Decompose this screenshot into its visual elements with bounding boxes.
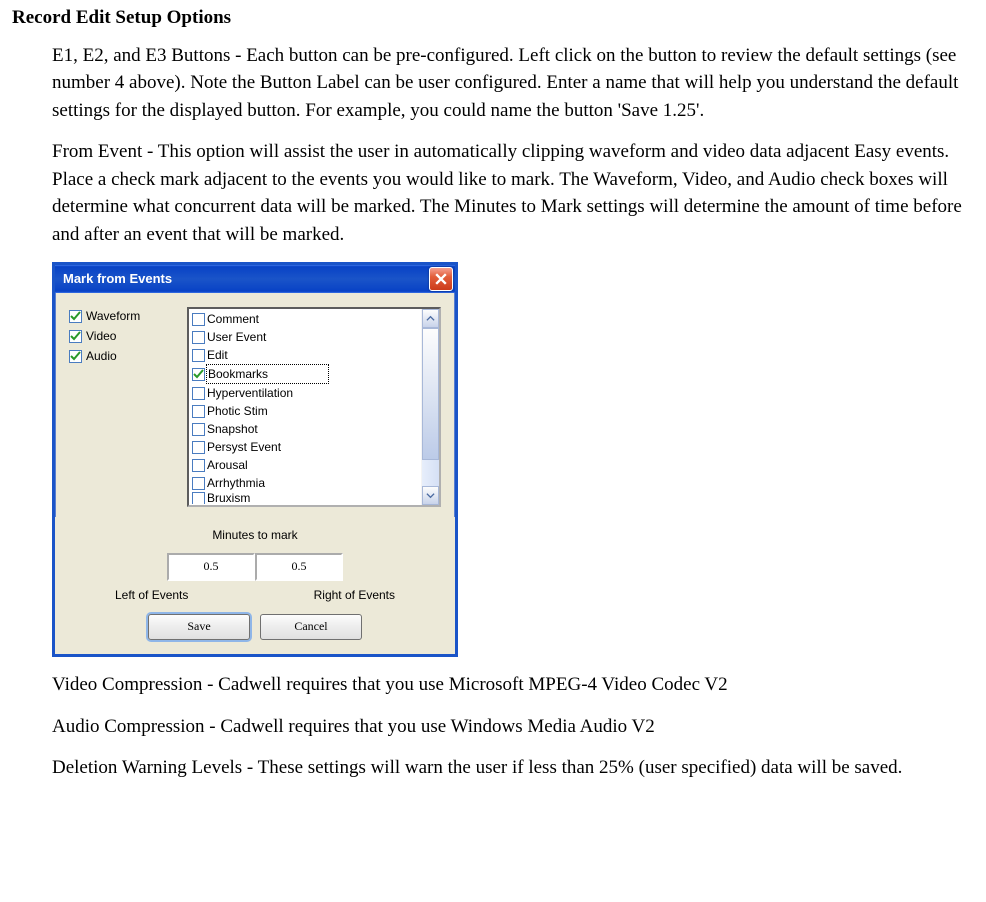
scroll-up-icon[interactable] — [422, 309, 439, 328]
events-listbox[interactable]: CommentUser EventEditBookmarksHyperventi… — [187, 307, 441, 507]
event-item-label: Arrhythmia — [207, 474, 265, 492]
event-item-snapshot[interactable]: Snapshot — [190, 420, 438, 438]
dialog-title: Mark from Events — [63, 270, 429, 289]
section-heading: Record Edit Setup Options — [12, 4, 974, 32]
event-item-arousal[interactable]: Arousal — [190, 456, 438, 474]
event-item-comment[interactable]: Comment — [190, 310, 438, 328]
event-item-label: Hyperventilation — [207, 384, 293, 402]
checkbox-icon[interactable] — [192, 477, 205, 490]
scroll-thumb[interactable] — [422, 328, 439, 460]
event-item-label: Persyst Event — [207, 438, 281, 456]
event-item-label: Arousal — [207, 456, 248, 474]
event-item-label: Bookmarks — [206, 364, 329, 384]
checkbox-icon[interactable] — [192, 313, 205, 326]
dialog-titlebar[interactable]: Mark from Events — [55, 265, 455, 293]
right-of-events-label: Right of Events — [314, 587, 395, 604]
scroll-down-icon[interactable] — [422, 486, 439, 505]
event-item-photic-stim[interactable]: Photic Stim — [190, 402, 438, 420]
checkbox-icon[interactable] — [192, 459, 205, 472]
event-item-label: Photic Stim — [207, 402, 268, 420]
event-item-bruxism[interactable]: Bruxism — [190, 492, 438, 504]
listbox-scrollbar[interactable] — [421, 309, 439, 505]
event-item-edit[interactable]: Edit — [190, 346, 438, 364]
paragraph-buttons: E1, E2, and E3 Buttons - Each button can… — [52, 42, 974, 125]
data-type-checkboxes: Waveform Video Audio — [69, 307, 169, 507]
paragraph-video-compression: Video Compression - Cadwell requires tha… — [52, 671, 974, 699]
checkbox-icon[interactable] — [192, 349, 205, 362]
checkbox-icon[interactable] — [192, 441, 205, 454]
paragraph-audio-compression: Audio Compression - Cadwell requires tha… — [52, 713, 974, 741]
checkbox-icon[interactable] — [69, 350, 82, 363]
checkbox-icon[interactable] — [192, 331, 205, 344]
minutes-to-mark-label: Minutes to mark — [69, 527, 441, 544]
minutes-left-input[interactable] — [167, 553, 255, 581]
event-item-user-event[interactable]: User Event — [190, 328, 438, 346]
paragraph-deletion-warning: Deletion Warning Levels - These settings… — [52, 754, 974, 782]
checkbox-waveform[interactable]: Waveform — [69, 307, 169, 325]
checkbox-icon[interactable] — [69, 310, 82, 323]
checkbox-icon[interactable] — [69, 330, 82, 343]
checkbox-icon[interactable] — [192, 368, 205, 381]
left-of-events-label: Left of Events — [115, 587, 188, 604]
checkbox-video[interactable]: Video — [69, 327, 169, 345]
checkbox-icon[interactable] — [192, 492, 205, 504]
checkbox-audio[interactable]: Audio — [69, 347, 169, 365]
cancel-button[interactable]: Cancel — [260, 614, 362, 640]
checkbox-icon[interactable] — [192, 405, 205, 418]
event-item-persyst-event[interactable]: Persyst Event — [190, 438, 438, 456]
event-item-bookmarks[interactable]: Bookmarks — [190, 364, 438, 384]
event-item-arrhythmia[interactable]: Arrhythmia — [190, 474, 438, 492]
event-item-label: Edit — [207, 346, 228, 364]
checkbox-icon[interactable] — [192, 423, 205, 436]
checkbox-label: Audio — [86, 347, 117, 365]
save-button[interactable]: Save — [148, 614, 250, 640]
paragraph-from-event: From Event - This option will assist the… — [52, 138, 974, 248]
event-item-label: Comment — [207, 310, 259, 328]
event-item-label: Bruxism — [207, 492, 250, 504]
checkbox-icon[interactable] — [192, 387, 205, 400]
mark-from-events-dialog: Mark from Events Waveform Video Audio Comm… — [52, 262, 458, 657]
event-item-label: Snapshot — [207, 420, 258, 438]
event-item-hyperventilation[interactable]: Hyperventilation — [190, 384, 438, 402]
minutes-right-input[interactable] — [255, 553, 343, 581]
event-item-label: User Event — [207, 328, 266, 346]
checkbox-label: Waveform — [86, 307, 140, 325]
scroll-track[interactable] — [422, 328, 439, 486]
close-icon[interactable] — [429, 267, 453, 291]
checkbox-label: Video — [86, 327, 116, 345]
